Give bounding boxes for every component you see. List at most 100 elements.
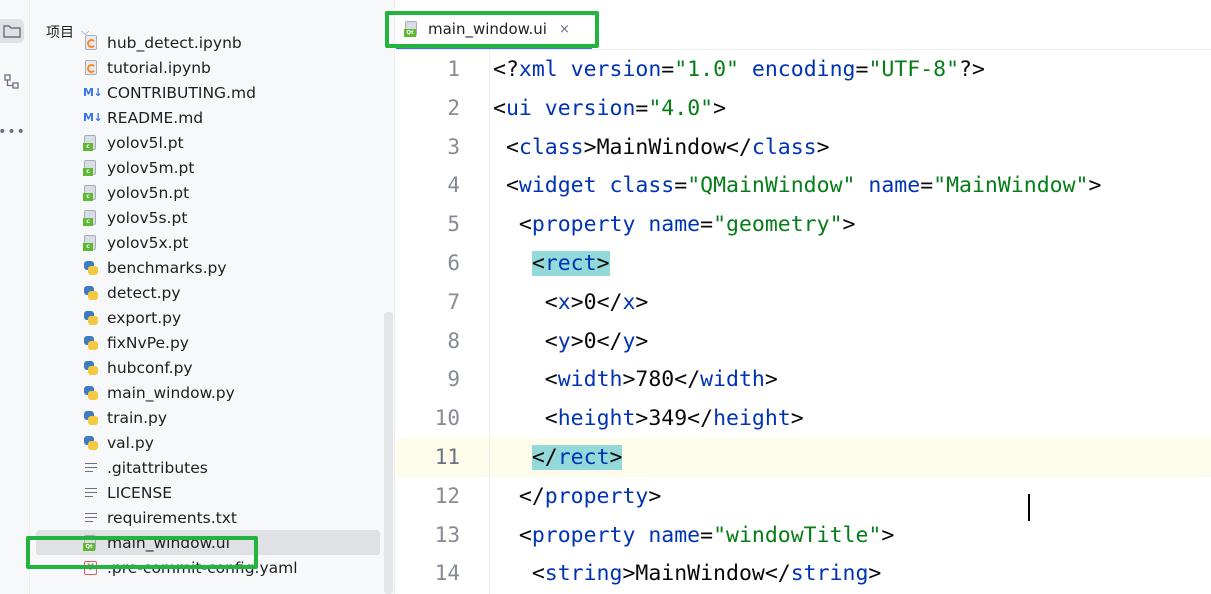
code-token: > [816, 134, 830, 160]
file-tree-item[interactable]: train.py [31, 405, 381, 430]
code-line[interactable]: 5 <property name="geometry"> [396, 205, 1211, 244]
matched-tag-token: < [531, 251, 545, 276]
file-tree-item[interactable]: hub_detect.ipynb [31, 30, 381, 55]
file-tree-item[interactable]: .gitattributes [31, 455, 381, 480]
code-token: encoding [751, 57, 856, 82]
python-icon [83, 335, 99, 351]
code-line[interactable]: 10 <height>349</height> [396, 399, 1211, 438]
file-tree-item[interactable]: benchmarks.py [31, 255, 381, 280]
code-line[interactable]: 6 <rect> [396, 244, 1211, 283]
file-name-label: tutorial.ipynb [107, 58, 211, 77]
line-number: 10 [434, 406, 460, 431]
code-editor[interactable]: 1 <?xml version="1.0" encoding="UTF-8"?> 2… [396, 50, 1211, 594]
code-token: >MainWindow</ [622, 561, 791, 587]
file-tree-item[interactable]: fixNvPe.py [31, 330, 381, 355]
file-name-label: fixNvPe.py [107, 333, 189, 352]
code-token: property [544, 483, 649, 509]
folder-icon [3, 25, 21, 38]
file-name-label: yolov5l.pt [107, 133, 184, 152]
code-token: < [493, 173, 519, 199]
code-token: width [700, 367, 765, 393]
file-name-label: hub_detect.ipynb [107, 33, 242, 52]
code-line[interactable]: 1 <?xml version="1.0" encoding="UTF-8"?> [396, 50, 1211, 89]
code-text: <x>0</x> [493, 283, 649, 322]
code-text: <height>349</height> [493, 399, 804, 438]
matched-tag-token: > [609, 445, 623, 470]
file-tree-item[interactable]: M↓ README.md [31, 105, 381, 130]
file-tree-item[interactable]: c yolov5x.pt [31, 230, 381, 255]
text-file-icon [83, 510, 99, 526]
file-tree-item[interactable]: c yolov5m.pt [31, 155, 381, 180]
code-token: height [557, 406, 636, 432]
code-token: <? [493, 57, 519, 82]
python-icon [83, 410, 99, 426]
code-text: </property> [493, 477, 661, 516]
file-tree-item[interactable]: M↓ CONTRIBUTING.md [31, 80, 381, 105]
code-line[interactable]: 3 <class>MainWindow</class> [396, 128, 1211, 167]
code-line[interactable]: 12 </property> [396, 477, 1211, 516]
code-line[interactable]: 11 </rect> [396, 438, 1211, 477]
line-number: 14 [434, 561, 460, 586]
code-line[interactable]: 8 <y>0</y> [396, 322, 1211, 361]
markdown-icon: M↓ [83, 110, 103, 124]
line-number: 9 [447, 367, 460, 392]
file-tree-item[interactable]: hubconf.py [31, 355, 381, 380]
file-tree-item[interactable]: main_window.py [31, 380, 381, 405]
code-token: > [868, 561, 882, 587]
file-tree-item[interactable]: c yolov5n.pt [31, 180, 381, 205]
code-token: "4.0" [648, 95, 714, 121]
code-token: = [674, 173, 688, 199]
file-tree-item[interactable]: val.py [31, 430, 381, 455]
code-token: > [881, 522, 895, 548]
matched-tag-token: rect [544, 251, 597, 276]
file-tree-item[interactable]: c yolov5l.pt [31, 130, 381, 155]
code-token: y [622, 328, 636, 354]
code-token: x [622, 289, 636, 315]
code-line[interactable]: 14 <string>MainWindow</string> [396, 554, 1211, 593]
code-line[interactable]: 7 <x>0</x> [396, 283, 1211, 322]
code-text: <widget class="QMainWindow" name="MainWi… [493, 166, 1102, 205]
code-line[interactable]: 9 <width>780</width> [396, 360, 1211, 399]
more-tools-button[interactable]: ••• [0, 120, 25, 144]
code-text: <property name="geometry"> [493, 205, 856, 244]
highlight-box-tab [385, 11, 599, 48]
code-token: property [531, 522, 649, 548]
matched-tag-token: </ [531, 445, 558, 470]
code-token: = [661, 57, 675, 82]
code-token: </ [493, 483, 545, 509]
code-token: version [570, 57, 662, 82]
notebook-icon [83, 59, 99, 76]
file-tree-item[interactable]: c yolov5s.pt [31, 205, 381, 230]
structure-tool-button[interactable] [0, 70, 24, 94]
line-number: 4 [447, 173, 460, 198]
file-name-label: detect.py [107, 283, 181, 302]
file-tree-item[interactable]: LICENSE [31, 480, 381, 505]
file-tree-item[interactable]: tutorial.ipynb [31, 55, 381, 80]
code-token: < [493, 328, 558, 354]
code-token: >780</ [622, 367, 701, 393]
code-token: > [635, 289, 649, 315]
code-line[interactable]: 13 <property name="windowTitle"> [396, 516, 1211, 555]
file-name-label: .gitattributes [107, 458, 208, 477]
code-token: = [635, 95, 649, 121]
file-tree-item[interactable]: requirements.txt [31, 505, 381, 530]
file-name-label: yolov5n.pt [107, 183, 190, 202]
code-token: > [842, 212, 856, 238]
code-token: ui [505, 95, 545, 121]
markdown-icon: M↓ [83, 85, 103, 99]
code-token: "windowTitle" [713, 522, 882, 548]
file-tree-item[interactable]: detect.py [31, 280, 381, 305]
code-token: > [713, 95, 727, 121]
code-token: version [544, 95, 636, 121]
file-tree-item[interactable]: export.py [31, 305, 381, 330]
code-line[interactable]: 2 <ui version="4.0"> [396, 89, 1211, 128]
code-line[interactable]: 4 <widget class="QMainWindow" name="Main… [396, 166, 1211, 205]
project-scrollbar[interactable] [384, 312, 393, 594]
code-text: <property name="windowTitle"> [493, 516, 894, 555]
pt-file-icon: c [83, 134, 99, 151]
code-token: class [751, 134, 817, 160]
code-token: name [648, 212, 701, 238]
project-tool-button[interactable] [0, 19, 24, 43]
